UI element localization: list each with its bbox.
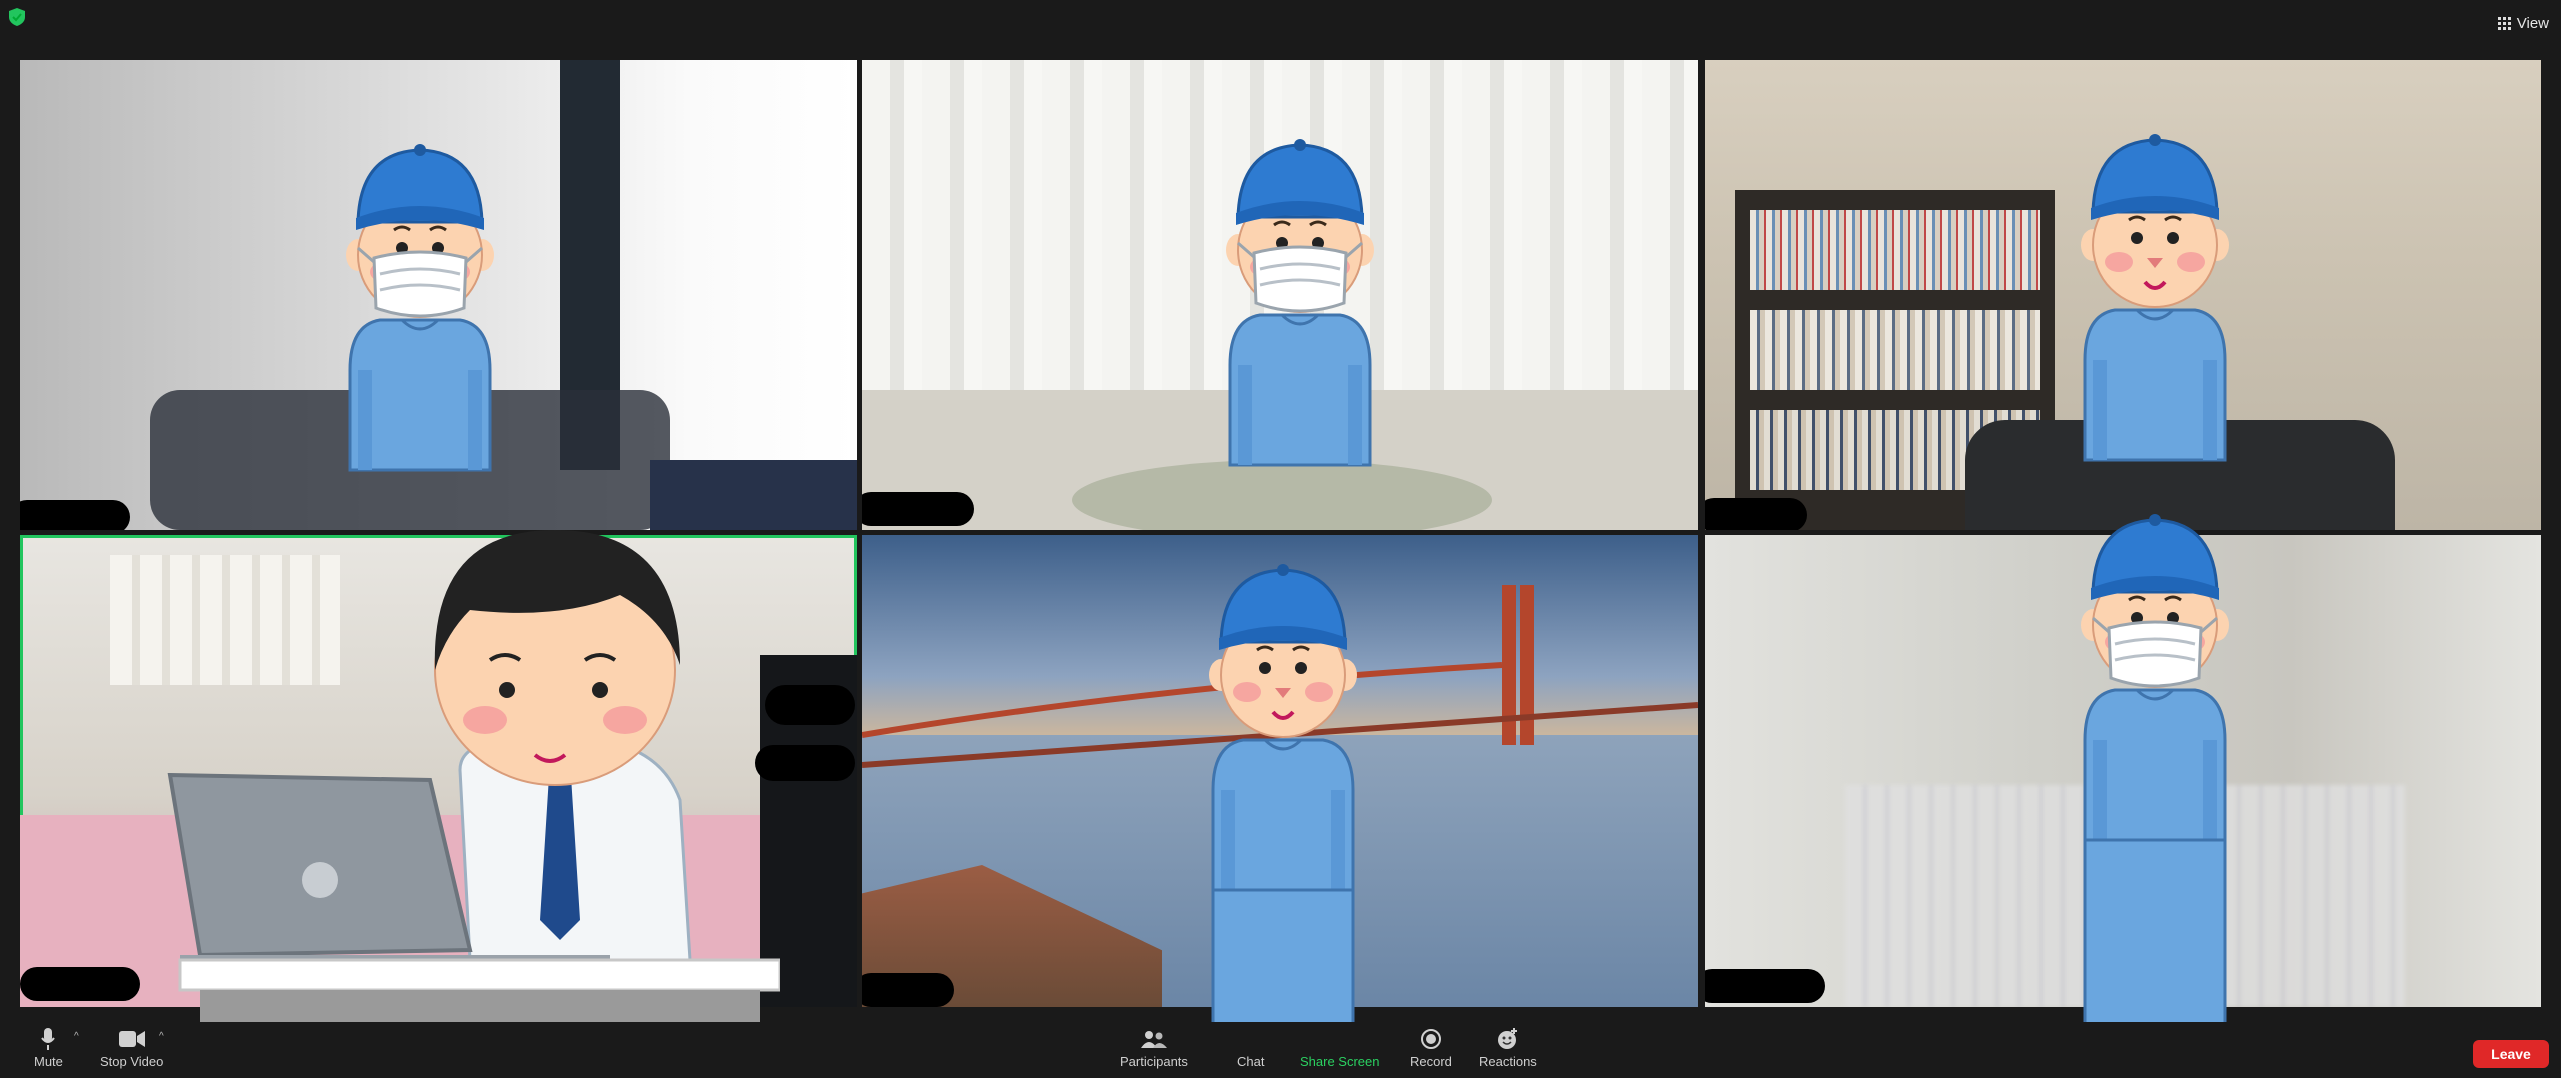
mute-button[interactable]: Mute <box>34 1028 63 1069</box>
leave-button[interactable]: Leave <box>2473 1040 2549 1068</box>
avatar-boy-mask-2 <box>1224 137 1376 467</box>
microphone-icon <box>41 1028 56 1050</box>
books-row-2 <box>1750 310 2040 390</box>
stop-video-button[interactable]: Stop Video <box>100 1028 163 1069</box>
participant-name-redacted <box>20 967 140 1001</box>
grid-icon <box>2497 16 2511 30</box>
participant-name-redacted <box>20 500 130 530</box>
stop-video-label: Stop Video <box>100 1054 164 1069</box>
participant-name-redacted <box>1705 498 1807 530</box>
avatar-man-labcoat-laptop <box>167 530 780 1050</box>
participant-name-redacted <box>862 492 974 526</box>
participants-button[interactable]: Participants <box>1120 1028 1188 1069</box>
participant-name-redacted <box>1705 969 1825 1003</box>
share-screen-button[interactable]: Share Screen <box>1300 1028 1380 1069</box>
books-row-1 <box>1750 210 2040 290</box>
video-camera-icon <box>118 1028 145 1050</box>
participant-name-redacted <box>862 973 954 1007</box>
avatar-boy-smile-5 <box>1207 562 1359 1060</box>
smiley-icon <box>1497 1028 1519 1050</box>
chat-button[interactable]: Chat <box>1237 1028 1264 1069</box>
avatar-boy-smile-3 <box>2079 132 2231 462</box>
record-label: Record <box>1410 1054 1452 1069</box>
video-options-caret[interactable]: ^ <box>159 1031 164 1042</box>
view-button[interactable]: View <box>2497 12 2549 34</box>
record-icon <box>1420 1028 1441 1050</box>
shield-icon[interactable] <box>9 8 25 26</box>
meeting-control-bar: Mute ^ Stop Video ^ Participants Chat Sh… <box>0 1022 2561 1078</box>
audio-options-caret[interactable]: ^ <box>74 1031 79 1042</box>
participants-label: Participants <box>1120 1054 1188 1069</box>
mute-label: Mute <box>34 1054 63 1069</box>
record-button[interactable]: Record <box>1410 1028 1452 1069</box>
reactions-label: Reactions <box>1479 1054 1537 1069</box>
avatar-boy-mask-6 <box>2079 512 2231 1040</box>
chat-label: Chat <box>1237 1054 1265 1069</box>
view-label: View <box>2516 14 2549 32</box>
participants-icon <box>1140 1028 1167 1050</box>
share-screen-label: Share Screen <box>1300 1054 1380 1069</box>
reactions-button[interactable]: Reactions <box>1479 1028 1537 1069</box>
top-bar: View <box>0 0 2561 52</box>
